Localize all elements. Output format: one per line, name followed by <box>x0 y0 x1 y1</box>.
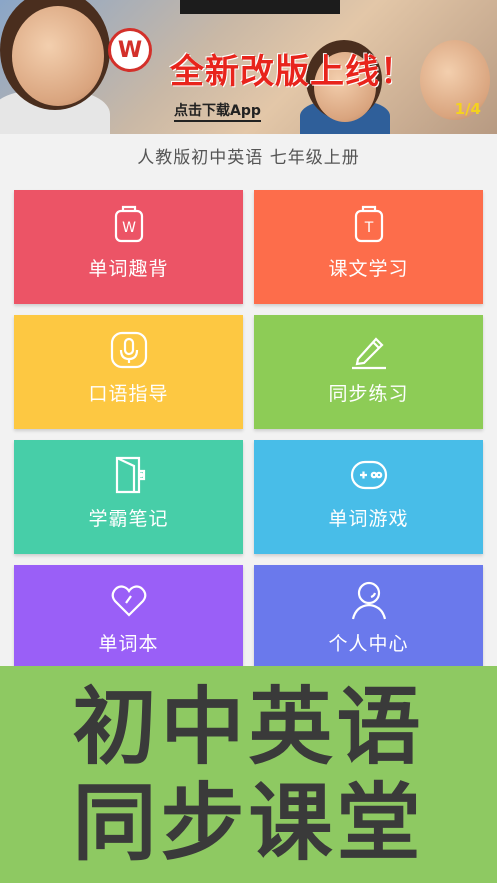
microphone-icon <box>108 329 150 371</box>
gamepad-icon <box>348 454 390 496</box>
tile-sync-practice[interactable]: 同步练习 <box>254 315 483 429</box>
tile-word-game[interactable]: 单词游戏 <box>254 440 483 554</box>
promo-line-1: 初中英语 <box>72 677 425 776</box>
tile-text-study[interactable]: T 课文学习 <box>254 190 483 304</box>
banner-headline: 全新改版上线！ <box>170 52 415 92</box>
text-card-icon: T <box>348 204 390 246</box>
text-card-icon-letter: T <box>363 220 373 236</box>
notebook-icon <box>108 454 150 496</box>
tile-personal-center[interactable]: 个人中心 <box>254 565 483 679</box>
download-app-link[interactable]: 点击下载App <box>174 100 261 122</box>
tile-label: 个人中心 <box>328 633 409 655</box>
tile-speaking-guide[interactable]: 口语指导 <box>14 315 243 429</box>
banner-photo-strip <box>180 0 340 14</box>
tile-label: 学霸笔记 <box>88 508 169 530</box>
tile-label: 单词本 <box>98 633 159 655</box>
user-icon <box>348 579 390 621</box>
tile-label: 课文学习 <box>328 258 409 280</box>
promo-slogan-panel: 初中英语 同步课堂 <box>0 666 497 883</box>
banner-w-badge: W <box>108 28 152 72</box>
tile-top-notes[interactable]: 学霸笔记 <box>14 440 243 554</box>
pencil-icon <box>348 329 390 371</box>
heart-icon <box>108 579 150 621</box>
book-title: 人教版初中英语 七年级上册 <box>137 148 360 168</box>
tile-word-book[interactable]: 单词本 <box>14 565 243 679</box>
tile-label: 口语指导 <box>88 383 169 405</box>
tile-label: 单词趣背 <box>88 258 169 280</box>
banner-pager: 1/4 <box>454 100 481 118</box>
banner-person-face <box>12 6 104 106</box>
tile-word-memorize[interactable]: W 单词趣背 <box>14 190 243 304</box>
promo-banner[interactable]: W 全新改版上线！ 点击下载App 1/4 <box>0 0 497 134</box>
promo-line-2: 同步课堂 <box>72 773 425 872</box>
word-card-icon-letter: W <box>122 220 136 236</box>
tile-label: 同步练习 <box>328 383 409 405</box>
word-card-icon: W <box>108 204 150 246</box>
tile-label: 单词游戏 <box>328 508 409 530</box>
